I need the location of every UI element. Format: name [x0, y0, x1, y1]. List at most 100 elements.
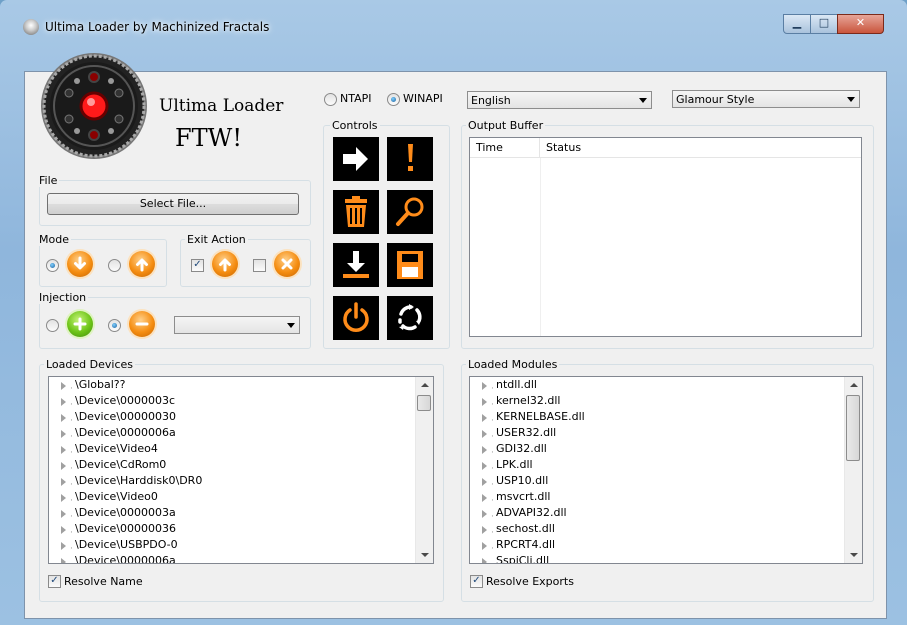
tree-item[interactable]: · \Device\00000036: [49, 521, 416, 538]
column-header-time[interactable]: Time: [470, 138, 540, 158]
scroll-down-icon[interactable]: [845, 547, 862, 563]
expand-arrow-icon[interactable]: [482, 478, 487, 486]
scroll-down-icon[interactable]: [416, 547, 433, 563]
download-button[interactable]: [333, 243, 379, 287]
tree-item[interactable]: · RPCRT4.dll: [470, 537, 845, 554]
expand-arrow-icon[interactable]: [482, 558, 487, 563]
arrow-up-icon[interactable]: [129, 251, 155, 277]
select-file-button[interactable]: Select File...: [47, 193, 299, 215]
resolve-exports-checkbox[interactable]: ✓: [470, 575, 483, 588]
power-button[interactable]: [333, 296, 379, 340]
tree-item[interactable]: · \Device\USBPDO-0: [49, 537, 416, 554]
maximize-button[interactable]: □: [810, 14, 838, 34]
expand-arrow-icon[interactable]: [482, 462, 487, 470]
style-select[interactable]: Glamour Style: [672, 90, 860, 108]
tree-item[interactable]: · \Device\Harddisk0\DR0: [49, 473, 416, 490]
expand-arrow-icon[interactable]: [482, 382, 487, 390]
tree-item[interactable]: · msvcrt.dll: [470, 489, 845, 506]
minimize-button[interactable]: ▁: [783, 14, 811, 34]
tree-item-label: \Device\0000006a: [75, 554, 176, 563]
tree-item[interactable]: · KERNELBASE.dll: [470, 409, 845, 426]
expand-arrow-icon[interactable]: [482, 414, 487, 422]
expand-arrow-icon[interactable]: [61, 414, 66, 422]
devices-tree[interactable]: · \Global?? · \Device\0000003c · \Device\0000…: [48, 376, 434, 564]
expand-arrow-icon[interactable]: [482, 430, 487, 438]
app-icon[interactable]: [23, 19, 39, 35]
injection-radio-add[interactable]: [46, 319, 59, 332]
expand-arrow-icon[interactable]: [61, 430, 66, 438]
expand-arrow-icon[interactable]: [61, 478, 66, 486]
expand-arrow-icon[interactable]: [61, 526, 66, 534]
file-group-label: File: [37, 174, 60, 187]
exit-action-group-label: Exit Action: [185, 233, 248, 246]
column-header-status[interactable]: Status: [540, 138, 861, 158]
tree-item[interactable]: · \Global??: [49, 377, 416, 394]
expand-arrow-icon[interactable]: [482, 446, 487, 454]
expand-arrow-icon[interactable]: [482, 398, 487, 406]
expand-arrow-icon[interactable]: [61, 510, 66, 518]
exit-action-checkbox-close[interactable]: [253, 259, 266, 272]
modules-tree[interactable]: · ntdll.dll · kernel32.dll · KERNELBASE.dll · U…: [469, 376, 863, 564]
tree-item[interactable]: · kernel32.dll: [470, 393, 845, 410]
expand-arrow-icon[interactable]: [61, 542, 66, 550]
tree-item[interactable]: ·\Device\0000006a: [49, 553, 416, 563]
winapi-radio[interactable]: [387, 93, 400, 106]
tree-item[interactable]: ·\Device\0000006a: [49, 425, 416, 442]
expand-arrow-icon[interactable]: [61, 494, 66, 502]
mode-group-label: Mode: [37, 233, 71, 246]
tree-item[interactable]: · \Device\0000003c: [49, 393, 416, 410]
expand-arrow-icon[interactable]: [61, 558, 66, 563]
tree-item[interactable]: · USP10.dll: [470, 473, 845, 490]
resolve-name-checkbox[interactable]: ✓: [48, 575, 61, 588]
scroll-up-icon[interactable]: [416, 377, 433, 393]
expand-arrow-icon[interactable]: [61, 382, 66, 390]
exit-action-checkbox-up[interactable]: ✓: [191, 259, 204, 272]
scroll-up-icon[interactable]: [845, 377, 862, 393]
run-button[interactable]: [333, 137, 379, 181]
tree-item[interactable]: · sechost.dll: [470, 521, 845, 538]
scroll-thumb[interactable]: [417, 395, 431, 411]
close-button[interactable]: ✕: [837, 14, 884, 34]
injection-select[interactable]: [174, 316, 300, 334]
scroll-thumb[interactable]: [846, 395, 860, 461]
arrow-up-icon[interactable]: [212, 251, 238, 277]
expand-arrow-icon[interactable]: [61, 462, 66, 470]
tree-item[interactable]: · ADVAPI32.dll: [470, 505, 845, 522]
tree-item[interactable]: · GDI32.dll: [470, 441, 845, 458]
minus-icon[interactable]: [129, 311, 155, 337]
expand-arrow-icon[interactable]: [482, 526, 487, 534]
expand-arrow-icon[interactable]: [482, 494, 487, 502]
output-list[interactable]: Time Status: [469, 137, 862, 337]
tree-item[interactable]: · \Device\CdRom0: [49, 457, 416, 474]
delete-button[interactable]: [333, 190, 379, 234]
tree-item[interactable]: · \Device\0000003a: [49, 505, 416, 522]
save-button[interactable]: [387, 243, 433, 287]
title-bar[interactable]: Ultima Loader by Machinized Fractals ▁ □…: [0, 0, 907, 40]
expand-arrow-icon[interactable]: [61, 398, 66, 406]
tree-item[interactable]: · USER32.dll: [470, 425, 845, 442]
devices-scrollbar[interactable]: [415, 377, 433, 563]
arrow-down-icon[interactable]: [67, 251, 93, 277]
close-icon[interactable]: [274, 251, 300, 277]
injection-radio-remove[interactable]: [108, 319, 121, 332]
expand-arrow-icon[interactable]: [482, 542, 487, 550]
tree-item[interactable]: · LPK.dll: [470, 457, 845, 474]
expand-arrow-icon[interactable]: [61, 446, 66, 454]
tree-item-label: \Device\00000036: [75, 522, 177, 535]
tree-item[interactable]: · \Device\Video4: [49, 441, 416, 458]
expand-arrow-icon[interactable]: [482, 510, 487, 518]
ntapi-radio[interactable]: [324, 93, 337, 106]
modules-scrollbar[interactable]: [844, 377, 862, 563]
tree-item[interactable]: · \Device\00000030: [49, 409, 416, 426]
language-select[interactable]: English: [467, 91, 652, 109]
mode-radio-down[interactable]: [46, 259, 59, 272]
tree-item[interactable]: · \Device\Video0: [49, 489, 416, 506]
mode-radio-up[interactable]: [108, 259, 121, 272]
plus-icon[interactable]: [67, 311, 93, 337]
search-button[interactable]: [387, 190, 433, 234]
alert-button[interactable]: [387, 137, 433, 181]
refresh-button[interactable]: [387, 296, 433, 340]
tree-item[interactable]: ·SspiCli.dll: [470, 553, 845, 563]
refresh-icon: [398, 304, 422, 331]
tree-item[interactable]: · ntdll.dll: [470, 377, 845, 394]
